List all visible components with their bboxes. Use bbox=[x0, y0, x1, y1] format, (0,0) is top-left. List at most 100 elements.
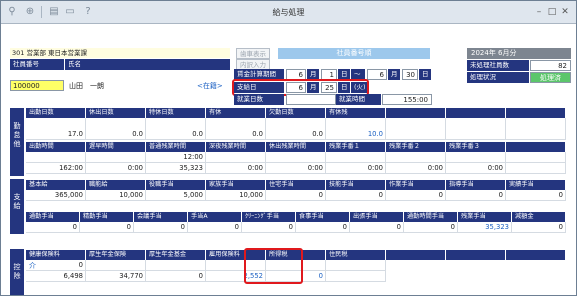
attendance-header-2: 残業手番２ bbox=[386, 142, 446, 152]
payment-value-1[interactable]: 0 bbox=[326, 190, 386, 201]
employee-name-label: 氏名 bbox=[65, 59, 230, 70]
payment-value-2[interactable]: 0 bbox=[296, 222, 350, 233]
deduction-value[interactable]: 34,770 bbox=[86, 271, 146, 282]
work-hours-label: 就業時間 bbox=[336, 94, 381, 105]
attendance-subvalue-2[interactable] bbox=[266, 152, 326, 163]
deduction-header: 厚生年金保険 bbox=[86, 250, 146, 260]
payment-header-2: ｸﾘｰﾆﾝｸﾞ手当 bbox=[242, 212, 296, 222]
payment-value-1[interactable]: 0 bbox=[446, 190, 506, 201]
attendance-subvalue-2[interactable]: 12:00 bbox=[146, 152, 206, 163]
payment-value-2[interactable]: 35,323 bbox=[458, 222, 512, 233]
attendance-value-2[interactable]: 35,323 bbox=[146, 163, 206, 174]
payment-value-2[interactable]: 0 bbox=[188, 222, 242, 233]
rate-display-button[interactable]: 歯車表示 bbox=[236, 48, 270, 59]
payment-value-2[interactable]: 0 bbox=[134, 222, 188, 233]
deduction-value[interactable] bbox=[326, 271, 386, 282]
month-unit-2: 月 bbox=[388, 69, 400, 80]
payment-header-2: 手当A bbox=[188, 212, 242, 222]
attendance-section-label: 勤怠他 bbox=[10, 108, 24, 176]
attendance-subvalue-2[interactable] bbox=[86, 152, 146, 163]
attendance-header-2 bbox=[506, 142, 566, 152]
attendance-header-1 bbox=[386, 108, 446, 118]
title-bar: ⚲ ⊕ ▤ ▭ ? 給与処理 – □ ✕ bbox=[1, 1, 576, 24]
close-icon[interactable]: ✕ bbox=[560, 7, 570, 17]
period-to-day[interactable]: 30 bbox=[402, 69, 418, 80]
payment-value-2[interactable]: 0 bbox=[80, 222, 134, 233]
payment-value-1[interactable]: 0 bbox=[266, 190, 326, 201]
payment-header-2: 出張手当 bbox=[350, 212, 404, 222]
deduction-value[interactable]: 0 bbox=[146, 271, 206, 282]
attendance-value-1[interactable]: 0.0 bbox=[266, 129, 326, 140]
deduction-top-value[interactable] bbox=[146, 260, 206, 271]
attendance-value-2[interactable]: 0:00 bbox=[266, 163, 326, 174]
attendance-subvalue-2[interactable] bbox=[26, 152, 86, 163]
attendance-value-1[interactable]: 17.0 bbox=[26, 129, 86, 140]
payment-value-1[interactable]: 365,000 bbox=[26, 190, 86, 201]
payment-value-2[interactable]: 0 bbox=[26, 222, 80, 233]
attendance-subvalue-2[interactable] bbox=[326, 152, 386, 163]
attendance-value-2[interactable] bbox=[506, 163, 566, 174]
attendance-value-1[interactable]: 0.0 bbox=[86, 129, 146, 140]
payment-value-2[interactable]: 0 bbox=[242, 222, 296, 233]
deduction-value[interactable]: 6,498 bbox=[26, 271, 86, 282]
employee-name-value: 山田 一朗 bbox=[69, 82, 104, 90]
income-tax-highlight bbox=[244, 248, 303, 284]
deduction-section-label: 控除 bbox=[10, 249, 24, 295]
target-month: 2024年 6月分 bbox=[467, 48, 571, 59]
payment-value-1[interactable]: 5,000 bbox=[146, 190, 206, 201]
period-to-month[interactable]: 6 bbox=[367, 69, 387, 80]
attendance-value-1[interactable] bbox=[506, 129, 566, 140]
attendance-value-2[interactable]: 0:00 bbox=[326, 163, 386, 174]
sort-order-display[interactable]: 社員番号順 bbox=[278, 48, 430, 59]
payment-value-2[interactable]: 0 bbox=[350, 222, 404, 233]
payment-value-1[interactable]: 0 bbox=[506, 190, 566, 201]
deduction-top-value[interactable] bbox=[86, 260, 146, 271]
payment-value-2[interactable]: 0 bbox=[512, 222, 566, 233]
payment-header-2: 残業手当 bbox=[458, 212, 512, 222]
attendance-value-1[interactable] bbox=[386, 129, 446, 140]
payment-value-2[interactable]: 0 bbox=[404, 222, 458, 233]
employment-status-link[interactable]: <在籍> bbox=[197, 81, 223, 91]
attendance-header-1: 出勤日数 bbox=[26, 108, 86, 118]
attendance-header-1: 有休 bbox=[206, 108, 266, 118]
payment-value-1[interactable]: 0 bbox=[386, 190, 446, 201]
work-hours-field[interactable]: 155:00 bbox=[382, 94, 432, 105]
attendance-value-1[interactable] bbox=[446, 129, 506, 140]
deduction-header-empty bbox=[386, 250, 446, 260]
deduction-header: 厚生年金基金 bbox=[146, 250, 206, 260]
attendance-header-2: 遅早時間 bbox=[86, 142, 146, 152]
payment-header-1: 職能給 bbox=[86, 180, 146, 190]
attendance-value-2[interactable]: 162:00 bbox=[26, 163, 86, 174]
attendance-value-2[interactable]: 0:00 bbox=[386, 163, 446, 174]
attendance-header-1: 特休日数 bbox=[146, 108, 206, 118]
payment-header-2: 食事手当 bbox=[296, 212, 350, 222]
attendance-subvalue-2[interactable] bbox=[446, 152, 506, 163]
attendance-value-1[interactable]: 0.0 bbox=[146, 129, 206, 140]
payment-header-1: 役職手当 bbox=[146, 180, 206, 190]
payment-value-1[interactable]: 10,000 bbox=[86, 190, 146, 201]
attendance-header-1: 欠勤日数 bbox=[266, 108, 326, 118]
payment-value-1[interactable]: 10,000 bbox=[206, 190, 266, 201]
attendance-value-1[interactable]: 10.0 bbox=[326, 129, 386, 140]
attendance-subvalue-2[interactable] bbox=[206, 152, 266, 163]
minimize-icon[interactable]: – bbox=[534, 7, 544, 17]
attendance-value-1[interactable]: 0.0 bbox=[206, 129, 266, 140]
attendance-value-2[interactable]: 0:00 bbox=[206, 163, 266, 174]
attendance-header-1 bbox=[446, 108, 506, 118]
deduction-top-value[interactable] bbox=[326, 260, 386, 271]
attendance-subvalue-2[interactable] bbox=[506, 152, 566, 163]
work-days-field[interactable] bbox=[286, 94, 336, 105]
process-status-label: 処理状況 bbox=[467, 72, 529, 83]
attendance-value-2[interactable]: 0:00 bbox=[446, 163, 506, 174]
deduction-header-empty bbox=[446, 250, 506, 260]
payment-header-2: 会議手当 bbox=[134, 212, 188, 222]
attendance-value-2[interactable]: 0:00 bbox=[86, 163, 146, 174]
maximize-icon[interactable]: □ bbox=[547, 7, 557, 17]
deduction-header-empty bbox=[506, 250, 566, 260]
attendance-header-1 bbox=[506, 108, 566, 118]
window-title: 給与処理 bbox=[272, 8, 305, 17]
day-unit-2: 日 bbox=[419, 69, 431, 80]
employee-code-label: 社員番号 bbox=[10, 59, 64, 70]
employee-code-field[interactable]: 100000 bbox=[10, 80, 64, 91]
attendance-subvalue-2[interactable] bbox=[386, 152, 446, 163]
